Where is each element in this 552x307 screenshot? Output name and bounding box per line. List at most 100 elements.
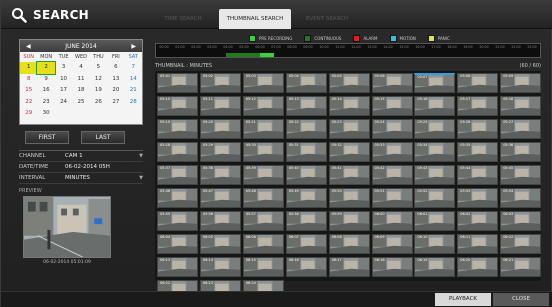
calendar-day[interactable]: 13	[107, 74, 124, 86]
thumbnail[interactable]: 05:06	[371, 73, 413, 93]
calendar-day[interactable]: 26	[90, 97, 107, 109]
thumbnail[interactable]: 05:03	[242, 73, 284, 93]
thumbnail[interactable]: 05:39	[242, 165, 284, 185]
thumbnail[interactable]: 05:51	[371, 188, 413, 208]
calendar-day[interactable]: 1	[20, 62, 38, 74]
thumbnail[interactable]: 05:44	[457, 165, 499, 185]
thumbnail[interactable]: 05:21	[242, 119, 284, 139]
thumbnail[interactable]: 06:08	[328, 234, 370, 254]
thumbnail[interactable]: 05:16	[414, 96, 456, 116]
calendar-day[interactable]: 12	[90, 74, 107, 86]
next-month-icon[interactable]: ▶	[131, 43, 136, 50]
calendar-day[interactable]: 23	[37, 97, 54, 109]
thumbnail[interactable]: 05:35	[457, 142, 499, 162]
thumbnail[interactable]: 05:45	[500, 165, 542, 185]
thumbnail[interactable]: 05:31	[285, 142, 327, 162]
thumbnail[interactable]: 05:49	[285, 188, 327, 208]
calendar-day[interactable]: 19	[90, 85, 107, 97]
thumbnail[interactable]: 05:26	[457, 119, 499, 139]
calendar-day[interactable]: 3	[55, 62, 72, 74]
thumbnail[interactable]: 05:48	[242, 188, 284, 208]
thumbnail[interactable]: 05:55	[157, 211, 198, 231]
chevron-down-icon[interactable]: ▼	[133, 175, 143, 181]
thumbnail[interactable]: 05:52	[414, 188, 456, 208]
thumbnail[interactable]: 05:27	[500, 119, 542, 139]
calendar-day[interactable]: 29	[20, 108, 37, 120]
chevron-down-icon[interactable]: ▼	[133, 153, 143, 159]
calendar-day[interactable]: 10	[55, 74, 72, 86]
tab-time-search[interactable]: TIME SEARCH	[147, 9, 219, 29]
thumbnail[interactable]: 05:23	[328, 119, 370, 139]
calendar-day[interactable]: 17	[55, 85, 72, 97]
thumbnail[interactable]: 05:33	[371, 142, 413, 162]
thumbnail[interactable]: 06:01	[414, 211, 456, 231]
thumbnail[interactable]: 05:11	[199, 96, 241, 116]
timeline-bar[interactable]: 00:00 01:00 02:00 03:00 04:00 05:00 06:00 07:00…	[155, 43, 541, 58]
thumbnail[interactable]: 05:32	[328, 142, 370, 162]
thumbnail[interactable]: 06:10	[414, 234, 456, 254]
thumbnail[interactable]: 05:24	[371, 119, 413, 139]
calendar-day[interactable]: 20	[107, 85, 124, 97]
thumbnail[interactable]: 05:17	[457, 96, 499, 116]
calendar-day[interactable]: 2	[36, 61, 56, 75]
interval-field[interactable]: INTERVAL MINUTES ▼	[19, 173, 143, 184]
calendar-day[interactable]: 22	[20, 97, 37, 109]
thumbnail[interactable]: 06:12	[500, 234, 542, 254]
thumbnail[interactable]: 05:58	[285, 211, 327, 231]
prev-month-icon[interactable]: ◀	[26, 43, 31, 50]
thumbnail[interactable]: 06:09	[371, 234, 413, 254]
thumbnail[interactable]: 05:04	[285, 73, 327, 93]
thumbnail[interactable]: 05:07	[414, 73, 456, 93]
thumbnail[interactable]: 05:50	[328, 188, 370, 208]
calendar-day[interactable]: 28	[125, 97, 142, 109]
thumbnail[interactable]: 05:59	[328, 211, 370, 231]
thumbnail[interactable]: 06:14	[199, 257, 241, 277]
calendar-day[interactable]: 21	[125, 85, 142, 97]
thumbnail[interactable]: 05:54	[500, 188, 542, 208]
thumbnail[interactable]: 05:08	[457, 73, 499, 93]
calendar-day[interactable]: 16	[37, 85, 54, 97]
thumbnail[interactable]: 05:29	[199, 142, 241, 162]
thumbnail[interactable]: 05:02	[199, 73, 241, 93]
close-button[interactable]: CLOSE	[493, 293, 549, 306]
thumbnail[interactable]: 05:53	[457, 188, 499, 208]
playback-button[interactable]: PLAYBACK	[435, 293, 491, 306]
thumbnail[interactable]: 06:05	[199, 234, 241, 254]
thumbnail[interactable]: 06:17	[328, 257, 370, 277]
thumbnail[interactable]: 05:28	[157, 142, 198, 162]
thumbnail[interactable]: 06:13	[157, 257, 198, 277]
thumbnail[interactable]: 06:20	[457, 257, 499, 277]
thumbnail[interactable]: 05:13	[285, 96, 327, 116]
datetime-field[interactable]: DATE/TIME 06-02-2014 05H	[19, 162, 143, 173]
channel-field[interactable]: CHANNEL CAM 1 ▼	[19, 151, 143, 162]
calendar-day[interactable]: 6	[107, 62, 124, 74]
calendar-day[interactable]: 5	[90, 62, 107, 74]
calendar-day[interactable]: 14	[125, 74, 142, 86]
thumbnail[interactable]: 05:57	[242, 211, 284, 231]
last-button[interactable]: LAST	[81, 130, 125, 144]
thumbnail[interactable]: 05:37	[157, 165, 198, 185]
calendar-day[interactable]: 18	[72, 85, 89, 97]
tab-event-search[interactable]: EVENT SEARCH	[291, 9, 363, 29]
first-button[interactable]: FIRST	[25, 130, 69, 144]
thumbnail[interactable]: 05:30	[242, 142, 284, 162]
thumbnail[interactable]: 05:10	[157, 96, 198, 116]
thumbnail[interactable]: 05:05	[328, 73, 370, 93]
calendar-day[interactable]: 25	[72, 97, 89, 109]
thumbnail[interactable]: 05:47	[199, 188, 241, 208]
calendar-day[interactable]: 9	[37, 74, 54, 86]
thumbnail[interactable]: 06:00	[371, 211, 413, 231]
thumbnail[interactable]: 05:43	[414, 165, 456, 185]
thumbnail[interactable]: 06:07	[285, 234, 327, 254]
thumbnail[interactable]: 06:19	[414, 257, 456, 277]
thumbnail[interactable]: 05:09	[500, 73, 542, 93]
thumbnail[interactable]: 05:12	[242, 96, 284, 116]
calendar-day[interactable]: 7	[125, 62, 142, 74]
thumbnail[interactable]: 06:06	[242, 234, 284, 254]
thumbnail[interactable]: 05:18	[500, 96, 542, 116]
thumbnail[interactable]: 05:36	[500, 142, 542, 162]
thumbnail[interactable]: 05:15	[371, 96, 413, 116]
calendar-day[interactable]: 24	[55, 97, 72, 109]
thumbnail[interactable]: 06:11	[457, 234, 499, 254]
thumbnail[interactable]: 05:25	[414, 119, 456, 139]
